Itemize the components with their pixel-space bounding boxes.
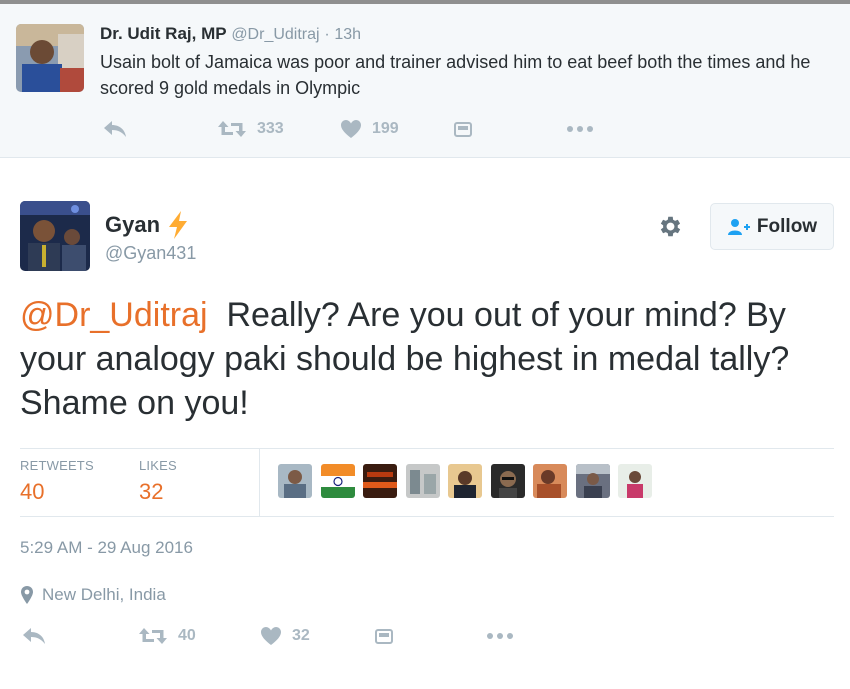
liker-avatar[interactable] [575,464,610,498]
parent-media-button[interactable] [454,116,472,142]
heart-icon [341,120,361,138]
tweet-text: @Dr_Uditraj Really? Are you out of your … [20,293,840,425]
gear-icon [660,216,681,237]
retweets-stat[interactable]: RETWEETS 40 [20,458,94,505]
follow-label: Follow [756,215,818,237]
retweet-count: 40 [178,627,196,644]
liker-avatars [278,464,661,498]
author-name[interactable]: Gyan [105,210,190,240]
author-handle[interactable]: @Gyan431 [105,243,196,264]
more-button[interactable] [486,623,514,649]
liker-avatar[interactable] [320,464,355,498]
follow-button[interactable]: Follow [710,203,834,250]
parent-more-button[interactable] [566,116,594,142]
parent-avatar[interactable] [16,24,84,92]
mention-link[interactable]: @Dr_Uditraj [20,296,208,334]
parent-author-name[interactable]: Dr. Udit Raj, MP [100,24,227,43]
tweet-stats: RETWEETS 40 LIKES 32 [20,448,834,516]
parent-retweet-count: 333 [257,120,284,137]
media-icon [375,629,393,644]
parent-actions: 333 199 [100,116,620,142]
retweet-icon [218,121,246,137]
parent-header: Dr. Udit Raj, MP @Dr_Uditraj · 13h [100,24,361,44]
parent-reply-button[interactable] [103,116,127,142]
likes-value: 32 [139,479,164,504]
tweet-location[interactable]: New Delhi, India [20,585,166,605]
stats-divider-bottom [20,516,834,517]
liker-avatar[interactable] [533,464,567,498]
liker-avatar[interactable] [405,464,440,498]
reply-icon [104,121,126,137]
tweet-timestamp[interactable]: 5:29 AM - 29 Aug 2016 [20,538,193,558]
likes-stat[interactable]: LIKES 32 [139,458,177,505]
settings-button[interactable] [657,213,684,240]
more-icon [487,633,513,639]
like-button[interactable]: 32 [260,623,310,649]
liker-avatar[interactable] [278,464,312,498]
lightning-bolt-icon [169,211,188,239]
location-text: New Delhi, India [42,585,166,604]
likes-label: LIKES [139,458,177,473]
media-icon [454,122,472,137]
liker-avatar[interactable] [618,464,652,498]
more-icon [567,126,593,132]
author-name-text: Gyan [105,212,161,237]
parent-retweet-button[interactable]: 333 [217,116,284,142]
parent-separator: · [324,26,330,43]
author-avatar[interactable] [20,201,90,271]
liker-avatar[interactable] [363,464,397,498]
parent-like-count: 199 [372,120,399,137]
media-button[interactable] [375,623,393,649]
location-pin-icon [21,586,33,604]
parent-like-button[interactable]: 199 [340,116,399,142]
retweet-icon [139,628,167,644]
liker-avatar[interactable] [490,464,525,498]
like-count: 32 [292,627,310,644]
heart-icon [261,627,281,645]
retweets-label: RETWEETS [20,458,94,473]
reply-icon [23,628,45,644]
retweet-button[interactable]: 40 [138,623,196,649]
parent-time[interactable]: 13h [334,26,361,43]
reply-button[interactable] [22,623,46,649]
stats-separator [259,448,260,516]
tweet-actions: 40 32 [20,623,540,649]
parent-tweet-text: Usain bolt of Jamaica was poor and train… [100,52,811,98]
parent-tweet[interactable]: Dr. Udit Raj, MP @Dr_Uditraj · 13h Usain… [0,4,850,158]
retweets-value: 40 [20,479,45,504]
parent-author-handle[interactable]: @Dr_Uditraj [231,26,319,43]
liker-avatar[interactable] [448,464,482,498]
follow-person-icon [727,218,750,235]
